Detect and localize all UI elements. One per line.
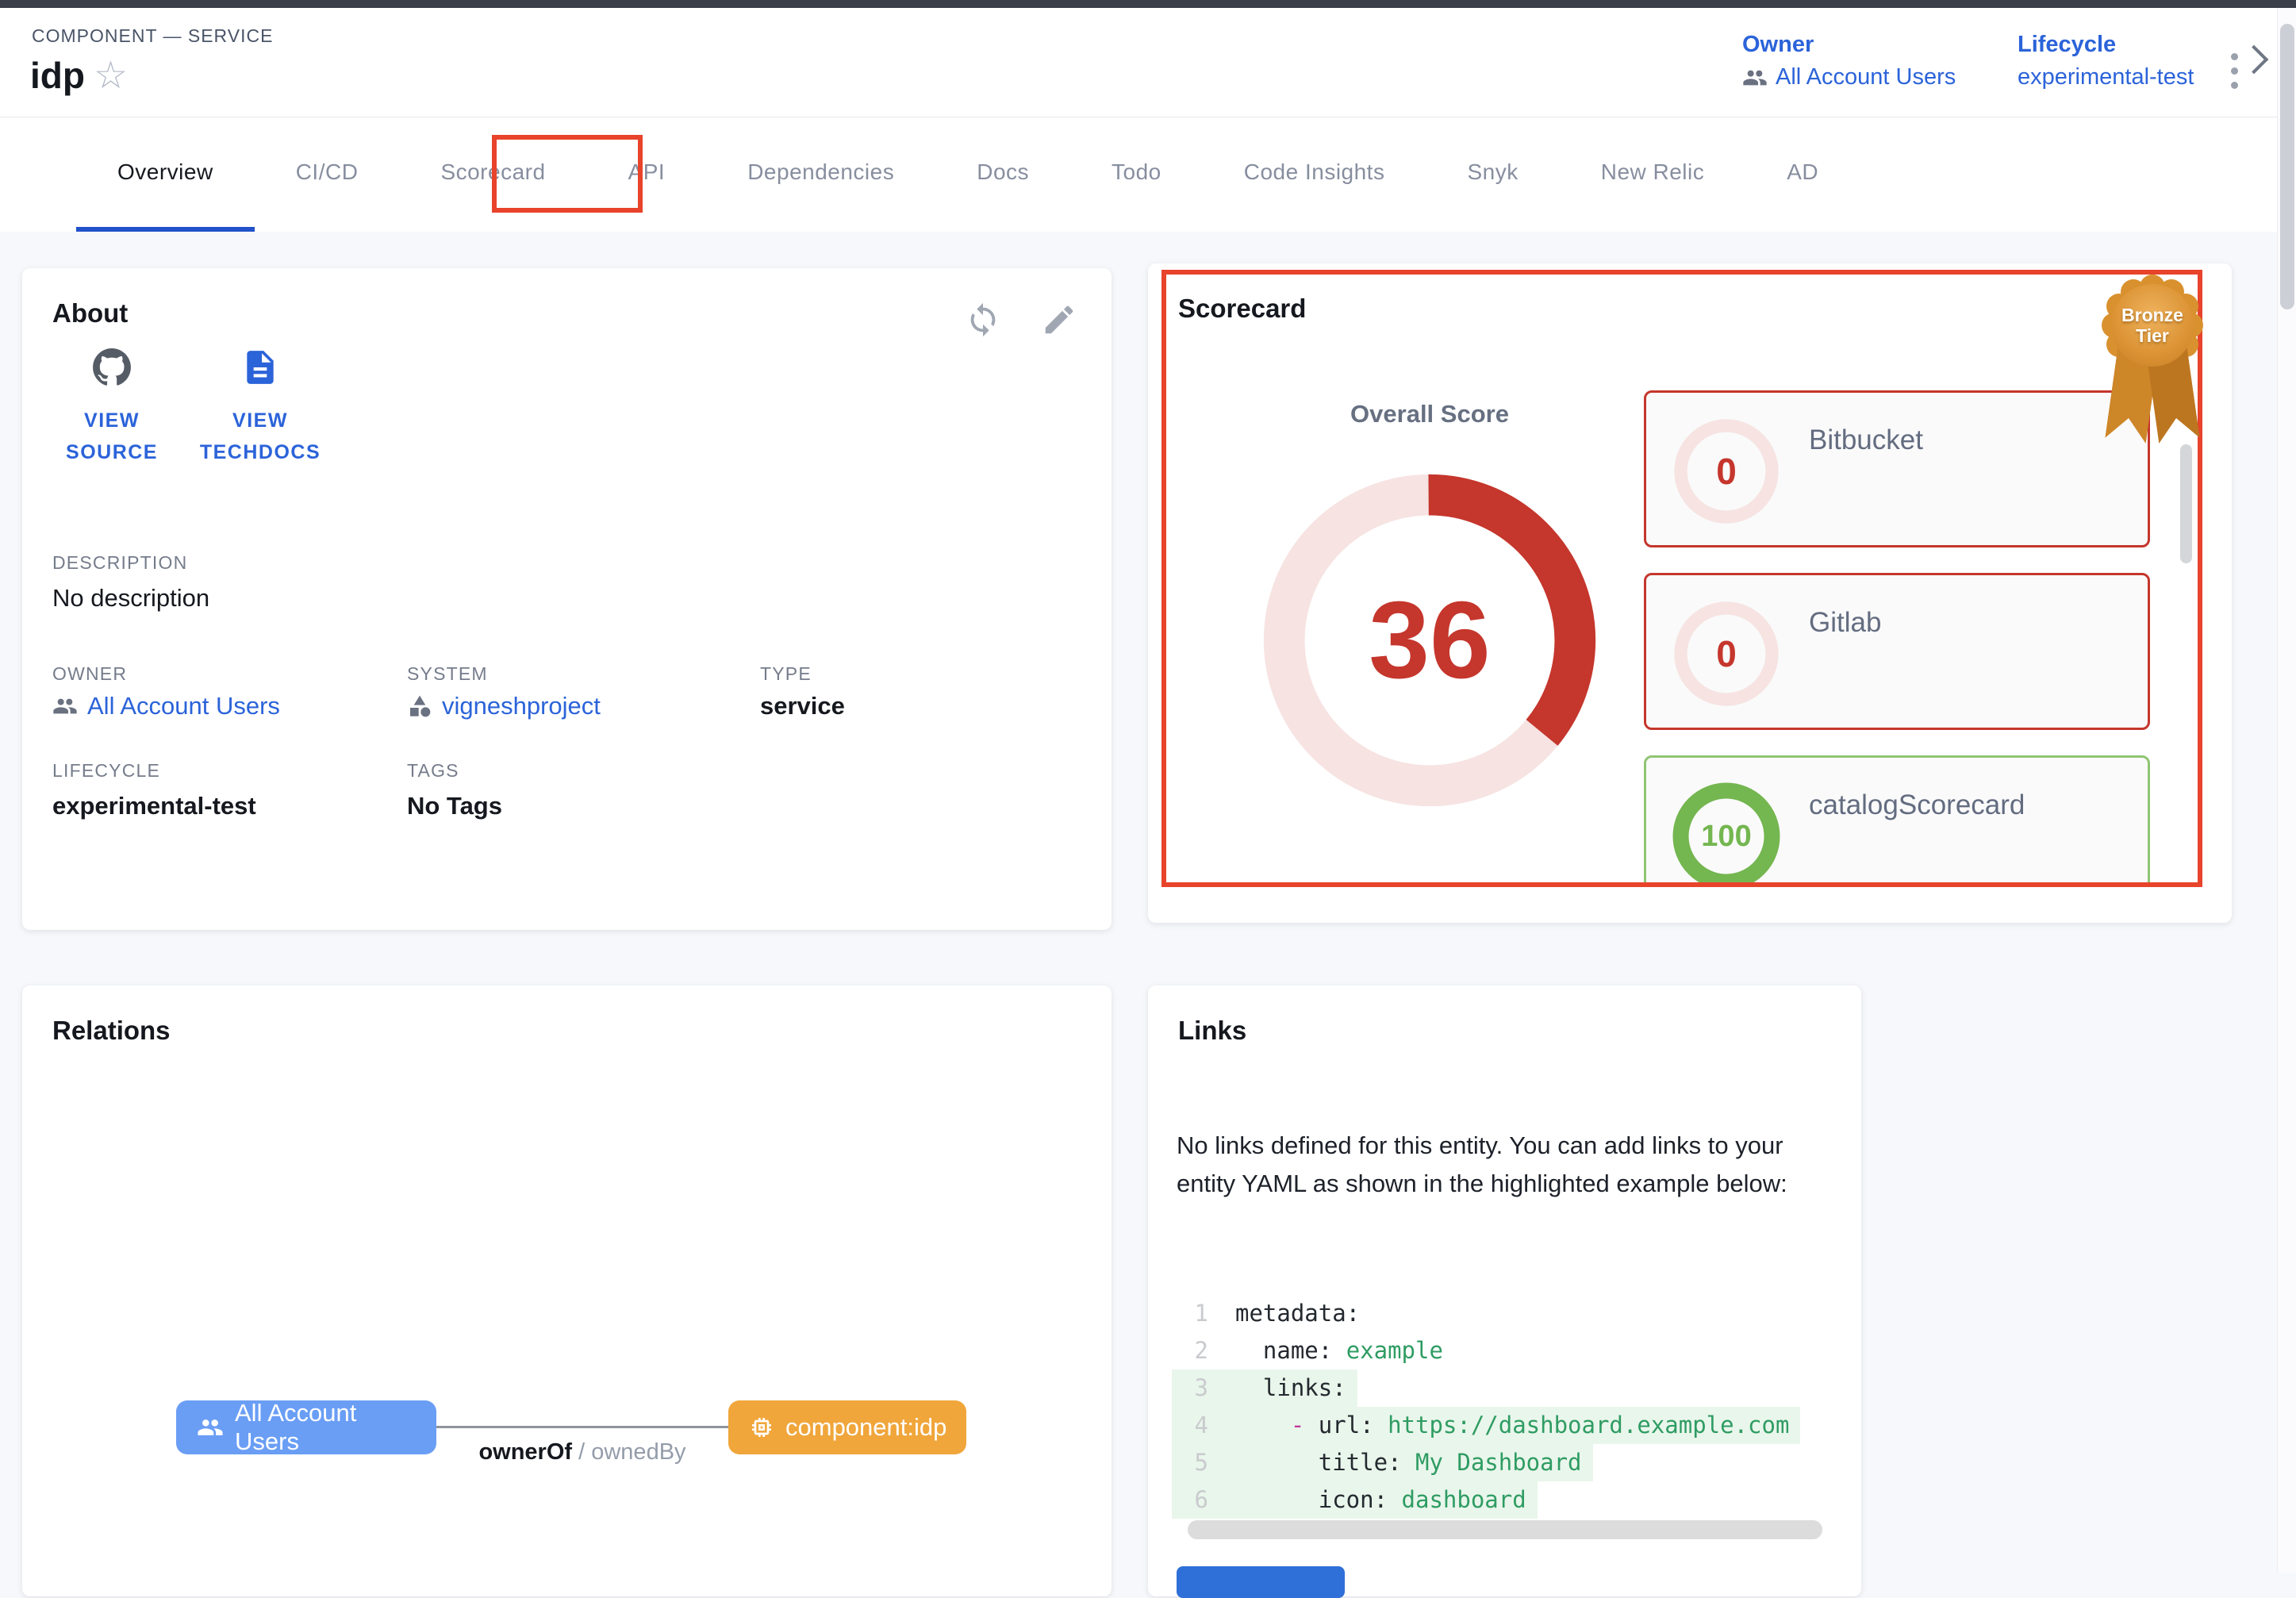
header-lifecycle-block: Lifecycle experimental-test bbox=[2018, 32, 2194, 90]
group-icon bbox=[1742, 65, 1768, 90]
page-scrollbar-track bbox=[2277, 8, 2296, 1573]
code-line-5: 5 title: My Dashboard bbox=[1172, 1444, 1593, 1481]
relation-ownedby-label: ownedBy bbox=[591, 1439, 685, 1465]
owner-field-link[interactable]: All Account Users bbox=[52, 692, 280, 720]
entity-tabbar: OverviewCI/CDScorecardAPIDependenciesDoc… bbox=[0, 117, 2296, 232]
scorecard-item-bitbucket[interactable]: 0 Bitbucket bbox=[1644, 390, 2150, 547]
yaml-example-codeblock: 1metadata:2 name: example3 links:4 - url… bbox=[1172, 1295, 1835, 1533]
relation-owner-node-label: All Account Users bbox=[235, 1399, 416, 1456]
relation-node-owner[interactable]: All Account Users bbox=[176, 1400, 436, 1454]
view-techdocs-link[interactable]: VIEW TECHDOCS bbox=[185, 348, 336, 468]
tags-field-value: No Tags bbox=[407, 792, 502, 820]
scorecard-item-catalogscorecard[interactable]: 100 catalogScorecard bbox=[1644, 755, 2150, 887]
scorecard-list-scrollbar[interactable] bbox=[2180, 444, 2192, 563]
more-options-kebab-icon[interactable] bbox=[2218, 43, 2250, 98]
score-name: Gitlab bbox=[1809, 607, 1881, 639]
tab-snyk[interactable]: Snyk bbox=[1426, 117, 1559, 232]
relation-component-node-label: component:idp bbox=[785, 1413, 946, 1442]
overall-score-label: Overall Score bbox=[1271, 400, 1588, 428]
owner-value: All Account Users bbox=[1776, 64, 1956, 90]
system-field-link[interactable]: vigneshproject bbox=[407, 692, 601, 720]
links-card: Links No links defined for this entity. … bbox=[1148, 985, 1861, 1596]
tab-new-relic[interactable]: New Relic bbox=[1560, 117, 1746, 232]
score-value: 0 bbox=[1667, 412, 1786, 531]
code-line-6: 6 icon: dashboard bbox=[1172, 1481, 1538, 1519]
scorecard-card: Scorecard Bronze Tier Overall Score 36 0… bbox=[1148, 263, 2232, 923]
tab-ad[interactable]: AD bbox=[1745, 117, 1860, 232]
links-empty-message: No links defined for this entity. You ca… bbox=[1177, 1127, 1835, 1203]
relation-edge-line bbox=[436, 1426, 728, 1428]
code-line-4: 4 - url: https://dashboard.example.com bbox=[1172, 1407, 1800, 1444]
score-value: 0 bbox=[1667, 594, 1786, 713]
relation-edge-label: ownerOf / ownedBy bbox=[436, 1439, 728, 1465]
type-field-value: service bbox=[760, 692, 845, 720]
score-value: 100 bbox=[1667, 777, 1786, 887]
lifecycle-label: Lifecycle bbox=[2018, 32, 2194, 58]
tags-field-label: TAGS bbox=[407, 760, 459, 782]
description-value: No description bbox=[52, 584, 209, 613]
entity-header: COMPONENT — SERVICE idp ☆ Owner All Acco… bbox=[0, 8, 2296, 117]
top-accent-bar bbox=[0, 0, 2296, 8]
owner-field-value: All Account Users bbox=[87, 692, 280, 720]
relation-ownerof-label: ownerOf bbox=[478, 1439, 572, 1465]
tab-todo[interactable]: Todo bbox=[1070, 117, 1203, 232]
group-icon bbox=[52, 693, 78, 719]
code-line-3: 3 links: bbox=[1172, 1369, 1357, 1407]
page-title: idp bbox=[30, 54, 85, 97]
system-field-label: SYSTEM bbox=[407, 663, 488, 685]
about-card: About VIEW SOURCE VIEW TECHDOCS DESCRIPT… bbox=[22, 268, 1112, 930]
code-line-1: 1metadata: bbox=[1172, 1295, 1371, 1332]
favorite-star-icon[interactable]: ☆ bbox=[94, 57, 128, 95]
view-techdocs-label: VIEW TECHDOCS bbox=[185, 405, 336, 468]
tab-overview[interactable]: Overview bbox=[76, 117, 255, 232]
category-icon bbox=[407, 693, 432, 719]
tab-ci-cd[interactable]: CI/CD bbox=[255, 117, 400, 232]
overall-score-gauge: 36 bbox=[1243, 454, 1616, 827]
docs-icon bbox=[240, 348, 280, 387]
page-scrollbar-thumb[interactable] bbox=[2280, 24, 2294, 309]
codeblock-horizontal-scrollbar[interactable] bbox=[1188, 1520, 1822, 1539]
scorecard-card-title: Scorecard bbox=[1178, 294, 1306, 324]
refresh-icon[interactable] bbox=[965, 302, 1001, 338]
view-source-link[interactable]: VIEW SOURCE bbox=[36, 348, 187, 468]
add-links-button[interactable] bbox=[1177, 1566, 1345, 1598]
lifecycle-field-value: experimental-test bbox=[52, 792, 256, 820]
owner-field-label: OWNER bbox=[52, 663, 127, 685]
scorecard-items-list: 0 Bitbucket 0 Gitlab 100 catalogScorecard bbox=[1644, 390, 2158, 887]
bronze-tier-badge: Bronze Tier bbox=[2097, 275, 2208, 445]
tab-docs[interactable]: Docs bbox=[935, 117, 1070, 232]
code-line-2: 2 name: example bbox=[1172, 1332, 1454, 1369]
edit-pencil-icon[interactable] bbox=[1041, 302, 1077, 338]
lifecycle-value: experimental-test bbox=[2018, 64, 2194, 90]
github-icon bbox=[92, 348, 132, 387]
score-name: Bitbucket bbox=[1809, 424, 1923, 456]
badge-seal: Bronze Tier bbox=[2111, 284, 2194, 367]
breadcrumb: COMPONENT — SERVICE bbox=[32, 25, 273, 47]
badge-label: Bronze Tier bbox=[2111, 284, 2194, 367]
relations-card: Relations ownerOf / ownedBy All Account … bbox=[22, 985, 1112, 1596]
view-source-label: VIEW SOURCE bbox=[36, 405, 187, 468]
relation-node-component[interactable]: component:idp bbox=[728, 1400, 966, 1454]
tab-code-insights[interactable]: Code Insights bbox=[1203, 117, 1426, 232]
relations-card-title: Relations bbox=[52, 1016, 171, 1046]
overall-score-value: 36 bbox=[1243, 454, 1616, 827]
tab-scorecard[interactable]: Scorecard bbox=[399, 117, 586, 232]
type-field-label: TYPE bbox=[760, 663, 812, 685]
system-field-value: vigneshproject bbox=[442, 692, 601, 720]
description-label: DESCRIPTION bbox=[52, 552, 187, 574]
owner-link[interactable]: All Account Users bbox=[1742, 64, 1956, 90]
group-icon bbox=[197, 1414, 224, 1441]
tab-api[interactable]: API bbox=[587, 117, 707, 232]
score-name: catalogScorecard bbox=[1809, 789, 2025, 821]
header-owner-block: Owner All Account Users bbox=[1742, 32, 1956, 90]
links-card-title: Links bbox=[1178, 1016, 1246, 1046]
relation-label-separator: / bbox=[572, 1439, 591, 1465]
scorecard-item-gitlab[interactable]: 0 Gitlab bbox=[1644, 573, 2150, 730]
tab-dependencies[interactable]: Dependencies bbox=[706, 117, 935, 232]
lifecycle-field-label: LIFECYCLE bbox=[52, 760, 160, 782]
about-card-title: About bbox=[52, 298, 128, 328]
owner-label: Owner bbox=[1742, 32, 1956, 58]
chip-icon bbox=[749, 1415, 774, 1440]
